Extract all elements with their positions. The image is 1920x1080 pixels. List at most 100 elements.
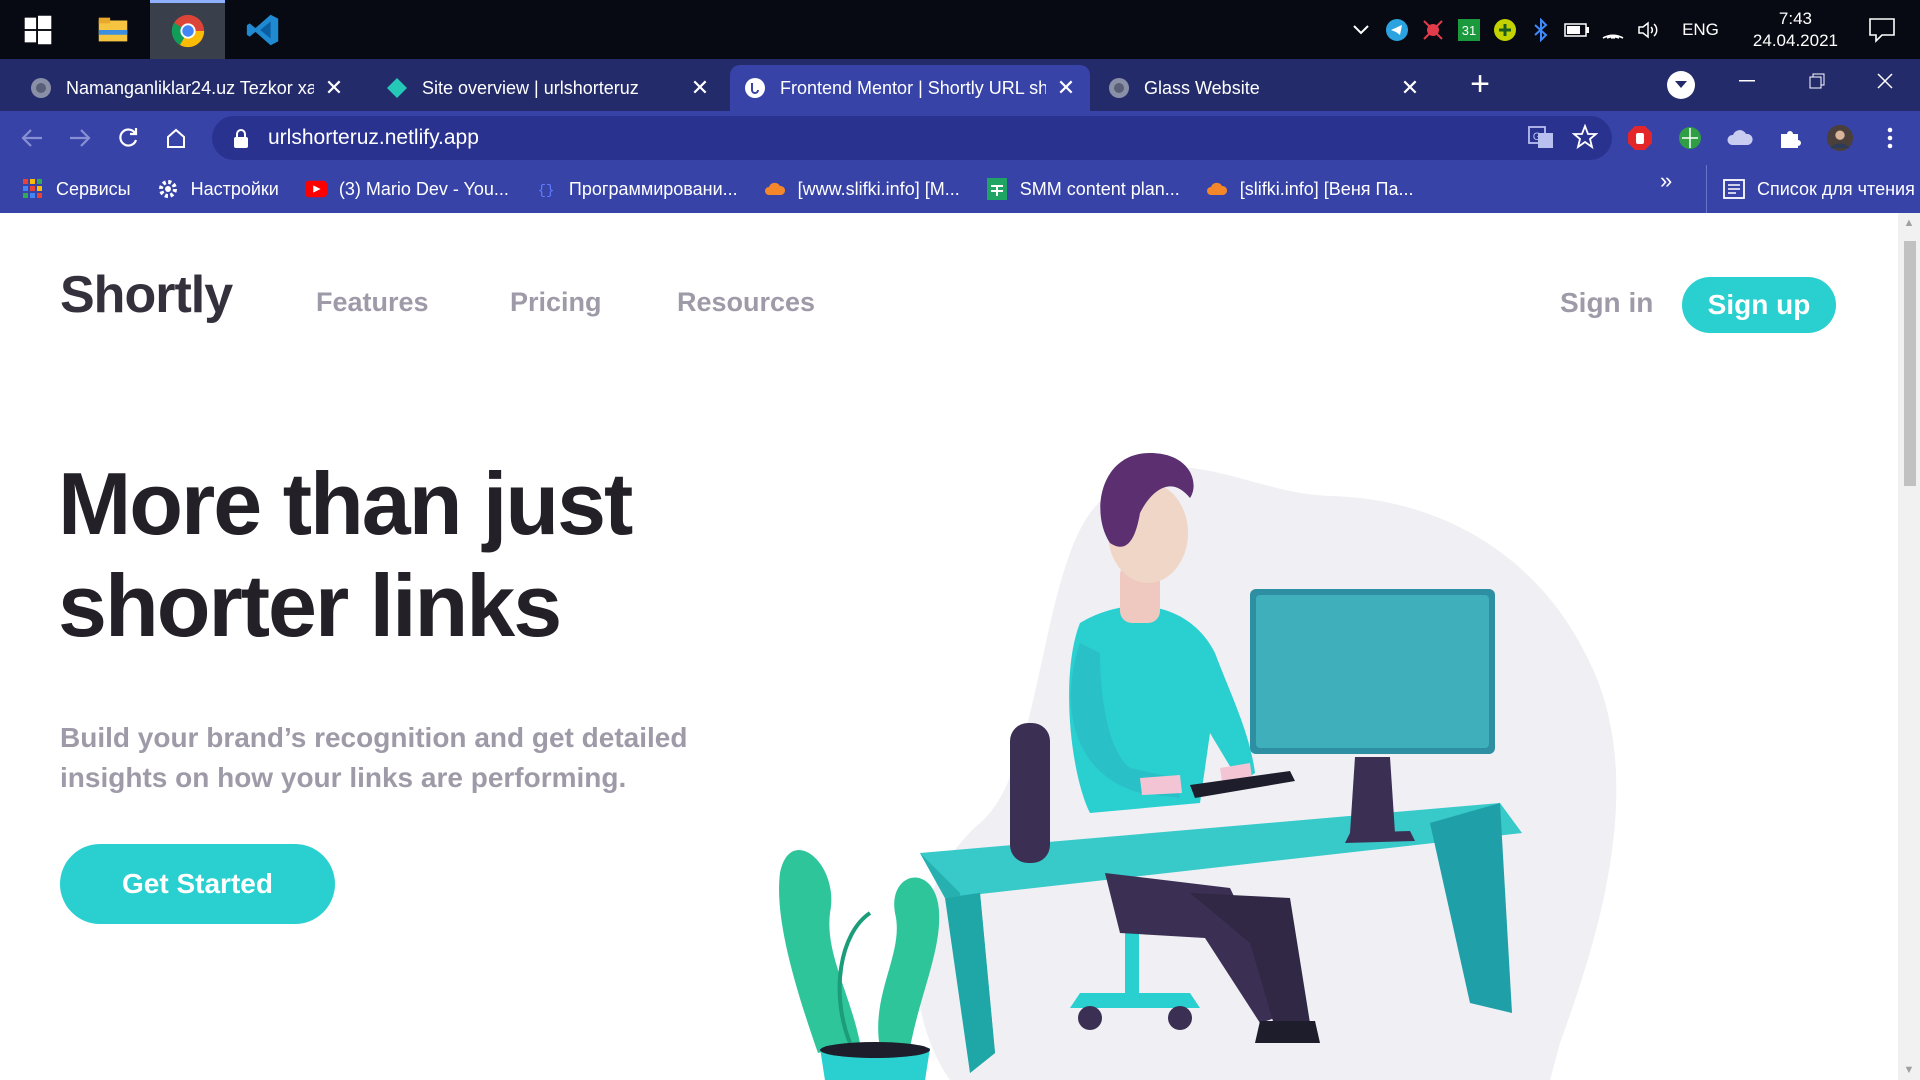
close-window-button[interactable] bbox=[1850, 59, 1920, 103]
lock-icon[interactable] bbox=[230, 127, 252, 149]
tab-frontend-mentor[interactable]: Frontend Mentor | Shortly URL shortening… bbox=[730, 65, 1090, 111]
wifi-icon[interactable] bbox=[1600, 17, 1626, 43]
restore-button[interactable] bbox=[1782, 59, 1852, 103]
home-icon bbox=[167, 128, 185, 148]
nav-resources[interactable]: Resources bbox=[677, 287, 815, 318]
reload-button[interactable] bbox=[104, 114, 152, 162]
bookmark-settings[interactable]: Настройки bbox=[157, 178, 279, 200]
bookmark-slifki-1[interactable]: [www.slifki.info] [M... bbox=[764, 178, 960, 200]
working-illustration bbox=[779, 453, 1617, 1080]
sign-up-button[interactable]: Sign up bbox=[1682, 277, 1836, 333]
bookmark-label: (3) Mario Dev - You... bbox=[338, 178, 509, 199]
plus-circle-icon[interactable] bbox=[1492, 17, 1518, 43]
extension-cloud-icon[interactable] bbox=[1726, 124, 1754, 152]
translate-icon[interactable]: G bbox=[1528, 124, 1554, 150]
tab-site-overview[interactable]: Site overview | urlshorteruz ✕ bbox=[372, 65, 724, 111]
scrollbar-thumb[interactable] bbox=[1904, 241, 1916, 486]
hero-subtitle: Build your brand’s recognition and get d… bbox=[60, 722, 688, 793]
windows-taskbar: 31 ENG 7:43 24.04.2021 bbox=[0, 0, 1920, 59]
code-icon: {} bbox=[535, 178, 557, 200]
reload-icon bbox=[119, 128, 138, 147]
cloud-icon bbox=[764, 178, 786, 200]
sign-in-link[interactable]: Sign in bbox=[1560, 287, 1653, 319]
forward-button[interactable] bbox=[56, 114, 104, 162]
scroll-down-arrow-icon[interactable]: ▼ bbox=[1898, 1064, 1920, 1076]
file-explorer-button[interactable] bbox=[75, 0, 150, 59]
reading-list-button[interactable]: Список для чтения bbox=[1706, 165, 1915, 213]
url-text[interactable]: urlshorteruz.netlify.app bbox=[268, 126, 479, 150]
nav-pricing[interactable]: Pricing bbox=[510, 287, 602, 318]
minimize-button[interactable] bbox=[1712, 59, 1782, 103]
reading-list-label: Список для чтения bbox=[1757, 178, 1915, 199]
calendar-badge: 31 bbox=[1462, 23, 1476, 38]
extensions-area bbox=[1626, 116, 1904, 160]
youtube-icon bbox=[304, 178, 327, 200]
globe-icon bbox=[1109, 78, 1129, 98]
page-scrollbar[interactable]: ▲ ▼ bbox=[1898, 213, 1920, 1080]
puzzle-icon[interactable] bbox=[1776, 124, 1804, 152]
bookmark-label: [www.slifki.info] [M... bbox=[797, 178, 960, 199]
tab-strip: Namanganliklar24.uz Tezkor xabarlar ✕ Si… bbox=[0, 59, 1920, 111]
scroll-up-arrow-icon[interactable]: ▲ bbox=[1898, 217, 1920, 229]
close-tab-icon[interactable]: ✕ bbox=[690, 75, 710, 101]
chrome-icon bbox=[171, 14, 204, 48]
gear-icon bbox=[157, 178, 179, 200]
volume-icon[interactable] bbox=[1636, 17, 1662, 43]
cloud-icon bbox=[1206, 178, 1228, 200]
tab-title: Namanganliklar24.uz Tezkor xabarlar bbox=[66, 77, 314, 98]
tab-title: Site overview | urlshorteruz bbox=[422, 77, 639, 98]
bluetooth-icon[interactable] bbox=[1528, 17, 1554, 43]
bookmark-services[interactable]: Сервисы bbox=[22, 178, 131, 200]
close-tab-icon[interactable]: ✕ bbox=[324, 75, 344, 101]
clock[interactable]: 7:43 24.04.2021 bbox=[1753, 8, 1838, 52]
bookmark-label: Сервисы bbox=[56, 178, 131, 199]
vscode-taskbar-button[interactable] bbox=[225, 0, 300, 59]
chevron-up-icon[interactable] bbox=[1348, 17, 1374, 43]
bookmark-programming[interactable]: {} Программировани... bbox=[535, 178, 738, 200]
arrow-right-icon bbox=[70, 129, 91, 147]
calendar-icon[interactable]: 31 bbox=[1456, 17, 1482, 43]
star-icon[interactable] bbox=[1572, 124, 1598, 150]
menu-kebab-icon[interactable] bbox=[1876, 124, 1904, 152]
language-indicator[interactable]: ENG bbox=[1682, 20, 1719, 40]
telegram-icon[interactable] bbox=[1384, 17, 1410, 43]
bookmarks-overflow-button[interactable]: » bbox=[1660, 168, 1672, 194]
back-button[interactable] bbox=[8, 114, 56, 162]
battery-icon[interactable] bbox=[1564, 17, 1590, 43]
tab-namanganliklar[interactable]: Namanganliklar24.uz Tezkor xabarlar ✕ bbox=[16, 65, 358, 111]
bookmark-smm-plan[interactable]: SMM content plan... bbox=[986, 178, 1180, 200]
tab-title: Glass Website bbox=[1144, 77, 1260, 98]
nav-features[interactable]: Features bbox=[316, 287, 429, 318]
home-button[interactable] bbox=[152, 114, 200, 162]
web-page: Shortly Features Pricing Resources Sign … bbox=[0, 213, 1898, 1080]
clock-time: 7:43 bbox=[1778, 8, 1812, 28]
chevron-down-icon bbox=[1675, 81, 1687, 88]
apps-grid-icon bbox=[22, 178, 44, 200]
adblock-icon[interactable] bbox=[1626, 124, 1654, 152]
virus-tray-icon[interactable] bbox=[1420, 17, 1446, 43]
close-tab-icon[interactable]: ✕ bbox=[1056, 75, 1076, 101]
hero-title-line-2: shorter links bbox=[58, 556, 562, 655]
site-logo[interactable]: Shortly bbox=[60, 265, 233, 325]
bookmark-label: Настройки bbox=[190, 178, 279, 199]
start-button[interactable] bbox=[0, 0, 75, 59]
extension-globe-icon[interactable] bbox=[1676, 124, 1704, 152]
bookmark-label: Программировани... bbox=[568, 178, 738, 199]
notification-center-icon[interactable] bbox=[1862, 10, 1902, 50]
bookmark-slifki-2[interactable]: [slifki.info] [Веня Па... bbox=[1206, 178, 1413, 200]
sheets-icon bbox=[986, 178, 1008, 200]
close-icon bbox=[1877, 73, 1893, 89]
arrow-left-icon bbox=[21, 129, 42, 147]
clock-date: 24.04.2021 bbox=[1752, 30, 1838, 50]
address-bar[interactable]: urlshorteruz.netlify.app G bbox=[212, 116, 1612, 160]
bookmark-label: SMM content plan... bbox=[1019, 178, 1180, 199]
tab-search-button[interactable] bbox=[1667, 71, 1695, 99]
new-tab-button[interactable]: + bbox=[1460, 64, 1500, 104]
chrome-taskbar-button[interactable] bbox=[150, 0, 225, 59]
bookmark-mario-dev[interactable]: (3) Mario Dev - You... bbox=[304, 178, 509, 200]
get-started-button[interactable]: Get Started bbox=[60, 844, 335, 924]
close-tab-icon[interactable]: ✕ bbox=[1400, 75, 1420, 101]
minimize-icon bbox=[1739, 80, 1755, 82]
tab-glass-website[interactable]: Glass Website ✕ bbox=[1094, 65, 1434, 111]
profile-avatar[interactable] bbox=[1826, 124, 1854, 152]
